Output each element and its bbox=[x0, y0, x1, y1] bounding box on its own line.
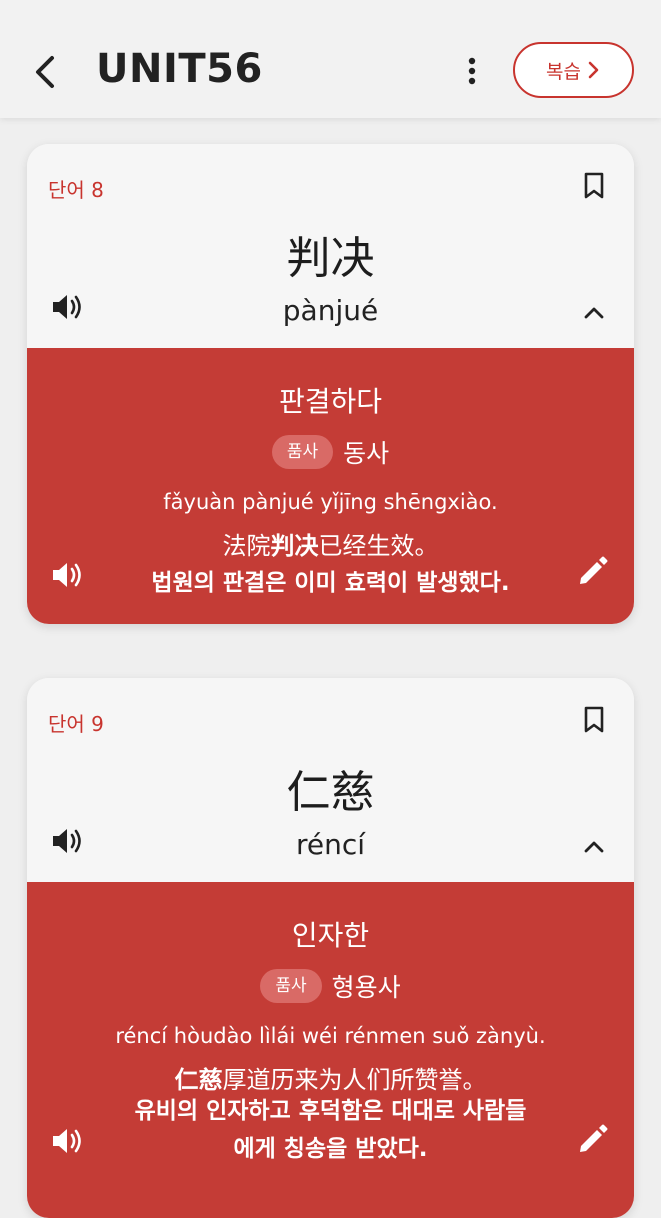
word-index: 단어 9 bbox=[48, 712, 104, 736]
bookmark-icon bbox=[584, 172, 604, 199]
more-options-button[interactable] bbox=[460, 52, 484, 92]
bookmark-icon bbox=[584, 706, 604, 733]
word-card-header: 단어 8 判决 pànjué bbox=[27, 144, 634, 348]
collapse-button[interactable] bbox=[582, 838, 606, 854]
review-button-label: 복습 bbox=[546, 60, 581, 83]
pencil-icon bbox=[580, 556, 608, 584]
top-bar: UNIT56 복습 bbox=[0, 0, 661, 118]
pos-badge: 품사 bbox=[271, 435, 334, 469]
example-hanzi: 法院判决已经生效。 bbox=[222, 532, 439, 560]
edit-button[interactable] bbox=[577, 1122, 609, 1154]
back-arrow-icon bbox=[36, 56, 54, 88]
word-hanzi: 判决 bbox=[286, 233, 375, 284]
word-pinyin: réncí bbox=[295, 828, 366, 861]
speaker-icon bbox=[53, 563, 81, 587]
pos-badge: 품사 bbox=[260, 969, 322, 1003]
example-korean: 법원의 판결은 이미 효력이 발생했다. bbox=[151, 570, 510, 596]
pencil-icon bbox=[580, 1124, 608, 1152]
word-index: 단어 8 bbox=[48, 178, 104, 202]
word-card: 단어 8 判决 pànjué 판결하다 품사 동사 fǎyuàn pànjué bbox=[27, 144, 634, 624]
word-meaning: 판결하다 bbox=[278, 385, 383, 418]
example-pinyin: fǎyuàn pànjué yǐjīng shēngxiào. bbox=[163, 490, 498, 514]
example-korean-line-1: 유비의 인자하고 후덕함은 대대로 사람들 bbox=[134, 1098, 527, 1124]
example-audio-button[interactable] bbox=[51, 560, 85, 590]
word-card-header: 단어 9 仁慈 réncí bbox=[27, 678, 634, 882]
pos-value: 동사 bbox=[343, 439, 390, 468]
example-hanzi: 仁慈厚道历来为人们所赞誉。 bbox=[174, 1066, 487, 1094]
more-vertical-icon bbox=[468, 57, 476, 85]
review-button[interactable]: 복습 bbox=[513, 42, 634, 98]
word-card: 단어 9 仁慈 réncí 인자한 품사 형용사 réncí hòudào lì… bbox=[27, 678, 634, 1218]
collapse-button[interactable] bbox=[582, 304, 606, 320]
example-highlight-word: 判决 bbox=[270, 532, 319, 560]
example-korean-line-2: 에게 칭송을 받았다. bbox=[233, 1136, 428, 1162]
word-card-detail: 판결하다 품사 동사 fǎyuàn pànjué yǐjīng shēngxià… bbox=[27, 348, 634, 624]
back-button[interactable] bbox=[30, 52, 64, 92]
example-pinyin: réncí hòudào lìlái wéi rénmen suǒ zànyù. bbox=[115, 1024, 546, 1048]
bookmark-button[interactable] bbox=[583, 706, 605, 734]
word-card-detail: 인자한 품사 형용사 réncí hòudào lìlái wéi rénmen… bbox=[27, 882, 634, 1218]
word-pinyin: pànjué bbox=[282, 294, 379, 327]
word-meaning: 인자한 bbox=[291, 919, 370, 952]
part-of-speech-row: 품사 형용사 bbox=[27, 968, 634, 1004]
word-hanzi: 仁慈 bbox=[286, 767, 375, 818]
chevron-up-icon bbox=[584, 307, 604, 319]
pos-value: 형용사 bbox=[331, 973, 401, 1002]
example-highlight-word: 仁慈 bbox=[174, 1066, 223, 1094]
part-of-speech-row: 품사 동사 bbox=[27, 434, 634, 470]
example-audio-button[interactable] bbox=[51, 1126, 85, 1156]
edit-button[interactable] bbox=[577, 554, 609, 586]
bookmark-button[interactable] bbox=[583, 172, 605, 200]
page-title: UNIT56 bbox=[96, 46, 263, 92]
chevron-up-icon bbox=[584, 841, 604, 853]
speaker-icon bbox=[53, 1129, 81, 1153]
chevron-right-icon bbox=[588, 61, 599, 79]
